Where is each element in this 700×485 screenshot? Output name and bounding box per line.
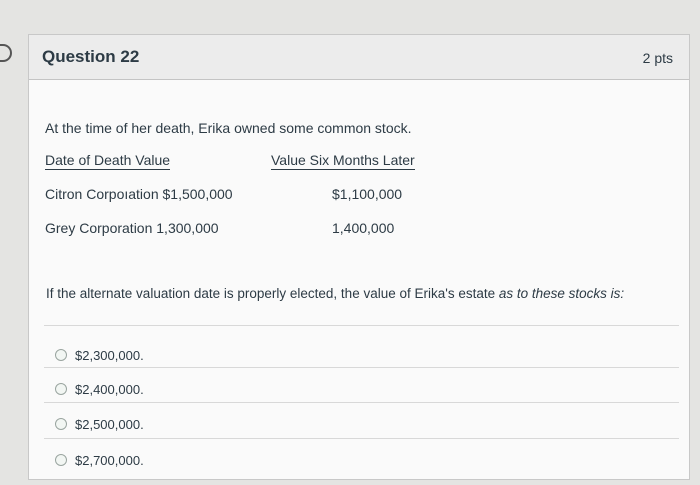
- radio-button[interactable]: [55, 454, 67, 466]
- radio-button[interactable]: [55, 418, 67, 430]
- question-card: Question 22 2 pts At the time of her dea…: [28, 34, 690, 480]
- prompt-italic: as to these stocks is:: [498, 286, 625, 301]
- question-title: Question 22: [42, 47, 140, 66]
- answer-label: $2,500,000.: [75, 416, 144, 432]
- question-prompt: If the alternate valuation date is prope…: [46, 286, 624, 301]
- row-grey-right: 1,400,000: [332, 220, 395, 236]
- question-header: Question 22 2 pts: [29, 35, 689, 80]
- question-points: 2 pts: [642, 50, 673, 66]
- row-citron-right: $1,100,000: [332, 186, 403, 202]
- answer-option-2[interactable]: $2,400,000.: [55, 378, 144, 400]
- question-stem: At the time of her death, Erika owned so…: [45, 120, 412, 136]
- answer-divider: [44, 325, 679, 326]
- answer-divider: [44, 438, 679, 439]
- row-grey-left: Grey Corporation 1,300,000: [45, 220, 219, 236]
- header-value-six-months-later: Value Six Months Later: [271, 152, 415, 170]
- row-citron-left: Citron Corpoıation $1,500,000: [45, 186, 233, 202]
- answer-option-1[interactable]: $2,300,000.: [55, 344, 144, 366]
- answer-option-3[interactable]: $2,500,000.: [55, 413, 144, 435]
- previous-question-marker[interactable]: [0, 44, 12, 62]
- radio-button[interactable]: [55, 383, 67, 395]
- header-date-of-death-value: Date of Death Value: [45, 152, 171, 170]
- answer-label: $2,400,000.: [75, 381, 144, 397]
- radio-button[interactable]: [55, 349, 67, 361]
- answer-divider: [44, 367, 679, 368]
- prompt-main: If the alternate valuation date is prope…: [46, 286, 499, 301]
- answer-option-4[interactable]: $2,700,000.: [55, 449, 144, 471]
- answer-label: $2,700,000.: [75, 452, 144, 468]
- answer-divider: [44, 402, 679, 403]
- answer-label: $2,300,000.: [75, 347, 144, 363]
